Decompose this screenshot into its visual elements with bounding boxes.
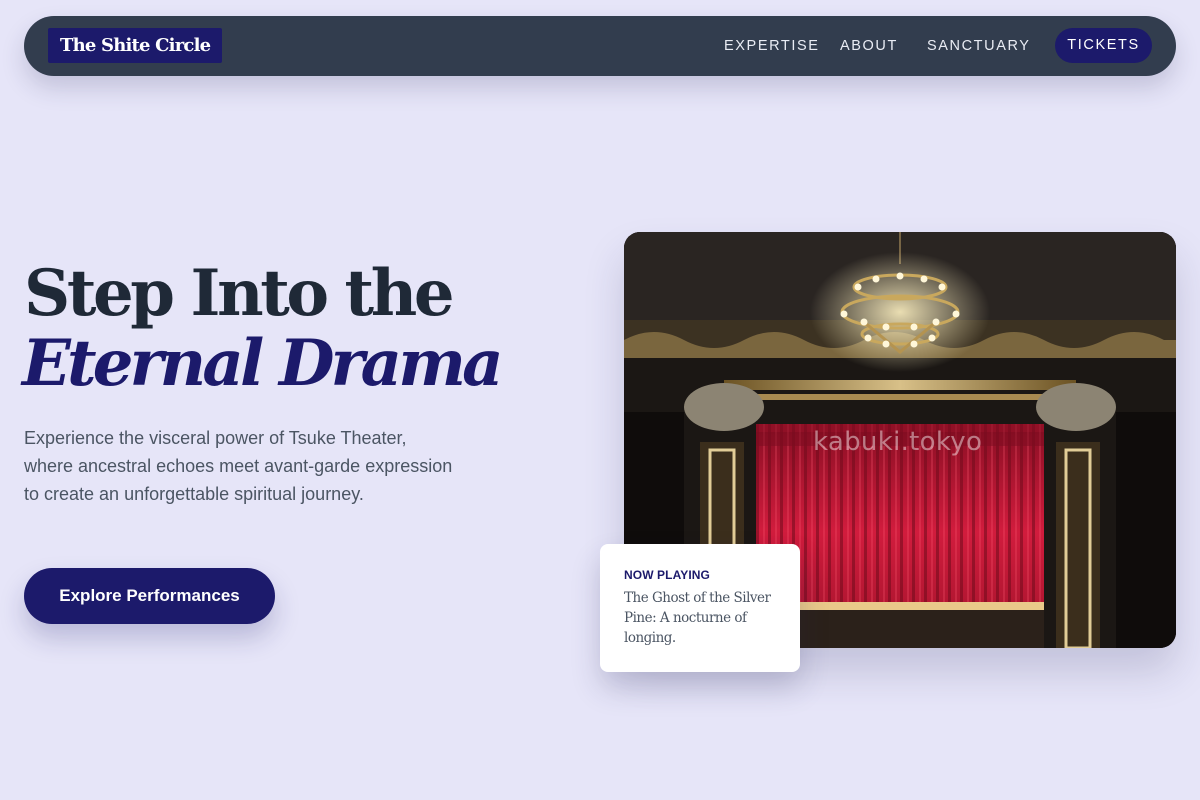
nav-link-expertise[interactable]: EXPERTISE bbox=[724, 16, 820, 76]
nav-link-about[interactable]: ABOUT bbox=[840, 16, 898, 76]
tickets-button[interactable]: TICKETS bbox=[1055, 28, 1152, 63]
now-playing-label: NOW PLAYING bbox=[624, 568, 710, 582]
top-navigation: The Shite Circle EXPERTISE ABOUT SANCTUA… bbox=[24, 16, 1176, 76]
nav-link-sanctuary[interactable]: SANCTUARY bbox=[927, 16, 1031, 76]
site-logo[interactable]: The Shite Circle bbox=[48, 28, 223, 63]
now-playing-description: The Ghost of the Silver Pine: A nocturne… bbox=[624, 590, 771, 646]
hero-title-line-2: Eternal Drama bbox=[22, 326, 504, 401]
hero-title-line-1: Step Into the bbox=[24, 256, 455, 331]
image-watermark: kabuki.tokyo bbox=[813, 427, 983, 457]
explore-performances-button[interactable]: Explore Performances bbox=[24, 568, 275, 624]
now-playing-card: NOW PLAYING The Ghost of the Silver Pine… bbox=[600, 544, 800, 672]
hero-description: Experience the visceral power of Tsuke T… bbox=[24, 428, 453, 504]
